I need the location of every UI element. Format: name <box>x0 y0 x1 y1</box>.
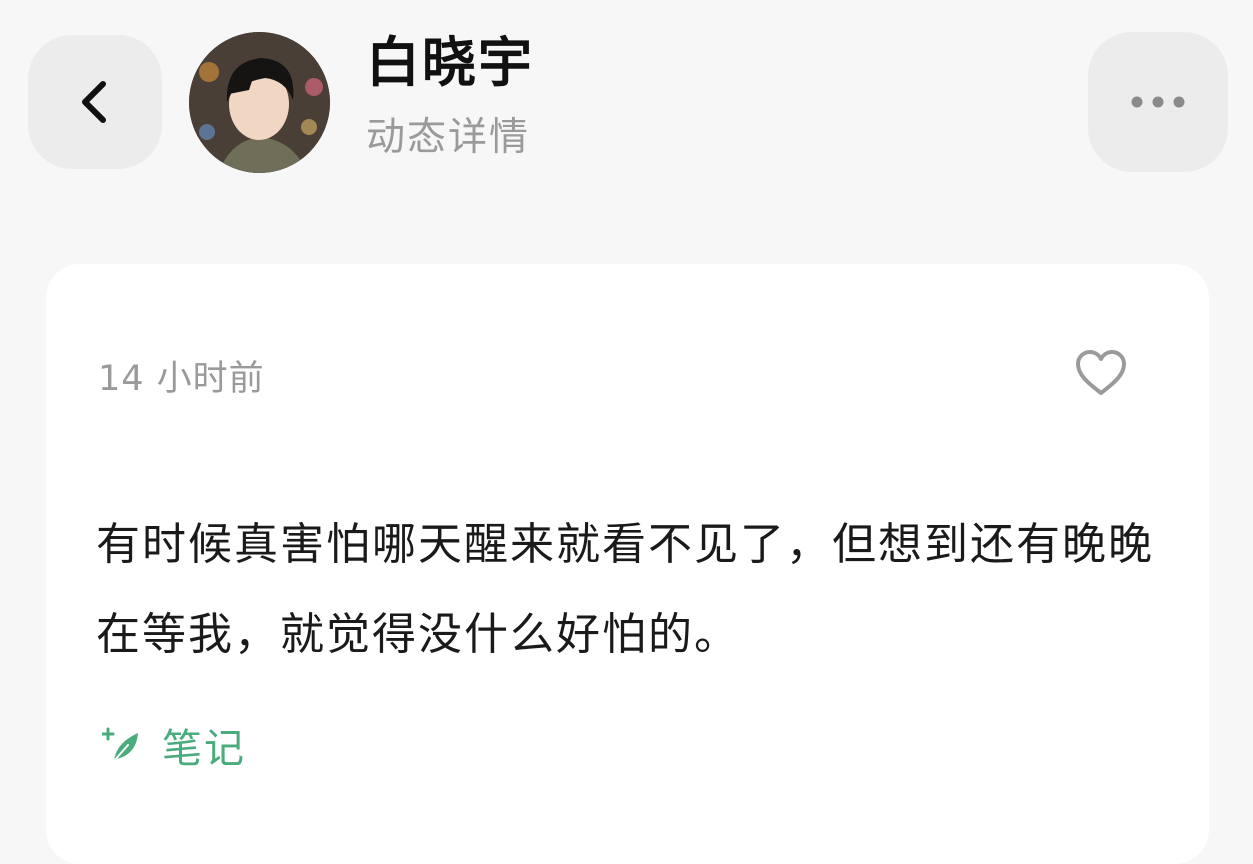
post-card: 14 小时前 有时候真害怕哪天醒来就看不见了，但想到还有晚晚在等我，就觉得没什么… <box>46 264 1209 864</box>
heart-outline-icon <box>1076 350 1126 395</box>
page-subtitle: 动态详情 <box>366 115 531 160</box>
avatar[interactable] <box>189 32 330 173</box>
post-time: 14 小时前 <box>98 359 265 399</box>
profile-name: 白晓宇 <box>366 31 534 94</box>
back-button[interactable] <box>28 35 162 169</box>
more-horizontal-icon <box>1131 96 1185 108</box>
like-button[interactable] <box>1074 348 1128 398</box>
tag-label: 笔记 <box>162 726 246 772</box>
title-block: 白晓宇 动态详情 <box>366 28 534 164</box>
post-content: 有时候真害怕哪天醒来就看不见了，但想到还有晚晚在等我，就觉得没什么好怕的。 <box>96 519 1154 660</box>
note-tag[interactable]: 笔记 <box>102 716 246 774</box>
avatar-image <box>189 32 330 173</box>
more-button[interactable] <box>1088 32 1228 172</box>
chevron-left-icon <box>82 81 106 123</box>
leaf-sparkle-icon <box>102 727 138 762</box>
top-bar: 白晓宇 动态详情 <box>0 0 1253 220</box>
